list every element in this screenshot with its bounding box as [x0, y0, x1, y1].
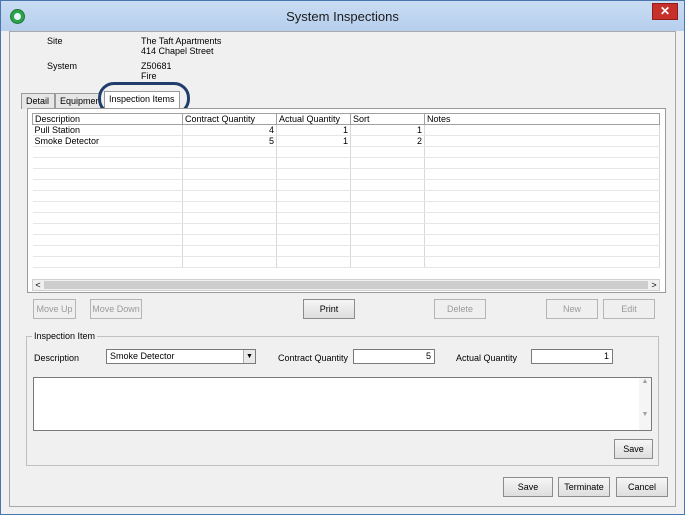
cell-contract-quantity: 4 [182, 124, 277, 136]
delete-button[interactable]: Delete [434, 299, 486, 319]
scroll-right-icon[interactable]: > [649, 280, 659, 290]
col-header-contract-quantity[interactable]: Contract Quantity [182, 113, 277, 125]
cell-actual-quantity: 1 [276, 124, 351, 136]
actual-quantity-input[interactable]: 1 [531, 349, 613, 364]
system-label: System [47, 61, 78, 71]
scroll-thumb[interactable] [44, 281, 648, 289]
description-label: Description [34, 353, 80, 363]
scroll-down-icon[interactable]: ▼ [639, 411, 651, 418]
table-row [32, 212, 660, 224]
actual-quantity-label: Actual Quantity [456, 353, 518, 363]
table-header-row: Description Contract Quantity Actual Qua… [32, 113, 660, 125]
col-header-description[interactable]: Description [32, 113, 183, 125]
new-button[interactable]: New [546, 299, 598, 319]
cell-contract-quantity: 5 [182, 135, 277, 147]
table-row [32, 168, 660, 180]
col-header-sort[interactable]: Sort [350, 113, 425, 125]
table-row [32, 201, 660, 213]
contract-quantity-input[interactable]: 5 [353, 349, 435, 364]
cell-notes [424, 124, 660, 136]
edit-button[interactable]: Edit [603, 299, 655, 319]
col-header-notes[interactable]: Notes [424, 113, 660, 125]
col-header-actual-quantity[interactable]: Actual Quantity [276, 113, 351, 125]
chevron-down-icon[interactable]: ▼ [243, 350, 255, 363]
cell-sort: 2 [350, 135, 425, 147]
cell-description: Smoke Detector [32, 135, 183, 147]
table-row [32, 146, 660, 158]
table-row [32, 190, 660, 202]
table-row[interactable]: Smoke Detector 5 1 2 [32, 135, 660, 147]
inspection-item-group-label: Inspection Item [32, 331, 98, 341]
description-value: Smoke Detector [110, 351, 175, 361]
cell-description: Pull Station [32, 124, 183, 136]
site-name: The Taft Apartments [141, 36, 222, 46]
item-save-button[interactable]: Save [614, 439, 653, 459]
cancel-button[interactable]: Cancel [616, 477, 668, 497]
description-select[interactable]: Smoke Detector ▼ [106, 349, 256, 364]
table-row [32, 256, 660, 268]
site-label: Site [47, 36, 63, 46]
print-button[interactable]: Print [303, 299, 355, 319]
cell-sort: 1 [350, 124, 425, 136]
vertical-scrollbar[interactable]: ▲ ▼ [639, 378, 651, 430]
table-row [32, 245, 660, 257]
table-row [32, 179, 660, 191]
table-row[interactable]: Pull Station 4 1 1 [32, 124, 660, 136]
site-address: 414 Chapel Street [141, 46, 214, 56]
tab-equipment[interactable]: Equipment [55, 93, 101, 109]
cell-actual-quantity: 1 [276, 135, 351, 147]
system-code: Z50681 [141, 61, 172, 71]
system-inspections-window: System Inspections ✕ Site The Taft Apart… [0, 0, 685, 515]
horizontal-scrollbar[interactable]: < > [32, 279, 660, 291]
system-type: Fire [141, 71, 157, 81]
notes-textarea[interactable]: ▲ ▼ [33, 377, 652, 431]
tab-detail[interactable]: Detail [21, 93, 55, 109]
cell-notes [424, 135, 660, 147]
scroll-left-icon[interactable]: < [33, 280, 43, 290]
move-up-button[interactable]: Move Up [33, 299, 76, 319]
table-row [32, 234, 660, 246]
close-button[interactable]: ✕ [652, 3, 678, 20]
table-row [32, 223, 660, 235]
contract-quantity-label: Contract Quantity [278, 353, 349, 363]
table-row [32, 157, 660, 169]
window-title: System Inspections [286, 9, 399, 24]
items-table: Description Contract Quantity Actual Qua… [32, 113, 660, 268]
inspection-items-grid[interactable]: Description Contract Quantity Actual Qua… [27, 108, 666, 293]
save-button[interactable]: Save [503, 477, 553, 497]
move-down-button[interactable]: Move Down [90, 299, 142, 319]
terminate-button[interactable]: Terminate [558, 477, 610, 497]
scroll-up-icon[interactable]: ▲ [639, 378, 651, 385]
title-bar[interactable]: System Inspections ✕ [1, 1, 684, 31]
